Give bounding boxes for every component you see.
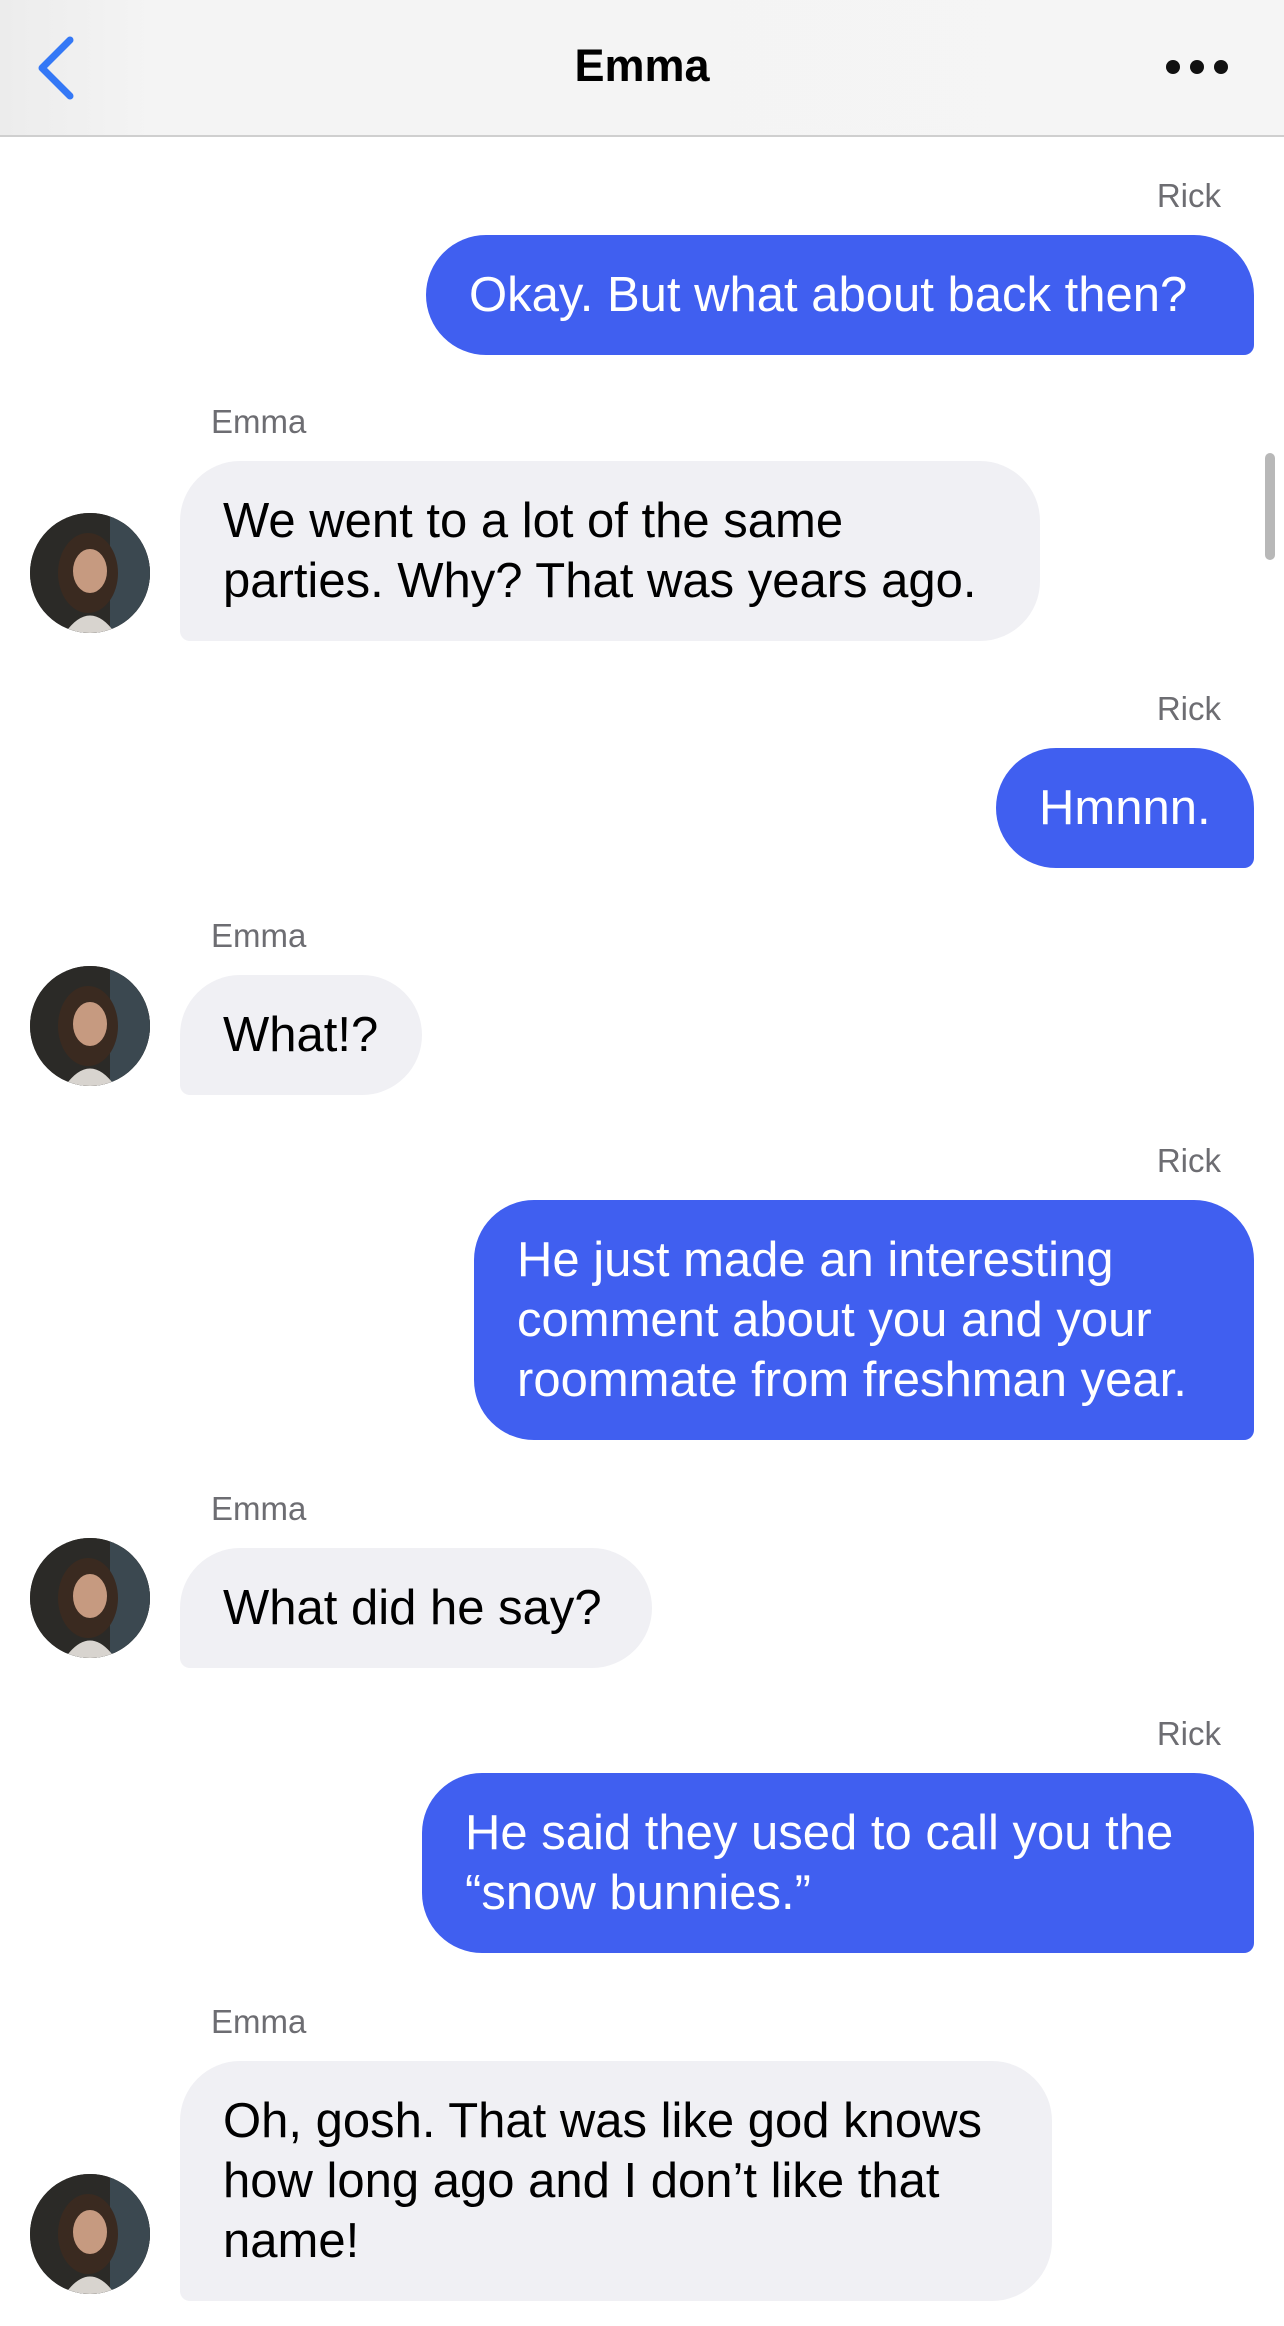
more-options-button[interactable]: [1160, 40, 1240, 95]
message-line: “snow bunnies.”: [465, 1866, 811, 1920]
message-line: how long ago and I don’t like that: [223, 2154, 940, 2208]
chat-header: Emma: [0, 0, 1284, 137]
message-bubble-incoming[interactable]: Oh, gosh. That was like god knows how lo…: [180, 2061, 1052, 2301]
message-line: Oh, gosh. That was like god knows: [223, 2094, 982, 2148]
message-line: Hmnnn.: [1039, 781, 1211, 835]
message-bubble-outgoing[interactable]: He just made an interesting comment abou…: [474, 1200, 1254, 1440]
avatar-photo: [30, 1538, 150, 1658]
sender-label: Emma: [211, 917, 307, 954]
chat-title: Emma: [574, 40, 710, 91]
avatar[interactable]: [30, 1538, 150, 1658]
message-line: Okay. But what about back then?: [469, 268, 1188, 322]
message-line: We went to a lot of the same: [223, 494, 844, 548]
avatar[interactable]: [30, 513, 150, 633]
sender-label: Emma: [211, 2003, 307, 2040]
back-button[interactable]: [30, 30, 90, 105]
message-line: He said they used to call you the: [465, 1806, 1174, 1860]
sender-label: Rick: [1156, 177, 1221, 214]
message-bubble-incoming[interactable]: What!?: [180, 975, 422, 1095]
scrollbar[interactable]: [1265, 453, 1275, 560]
avatar-photo: [30, 966, 150, 1086]
sender-label: Rick: [1156, 690, 1221, 727]
ellipsis-icon: [1166, 60, 1228, 74]
message-bubble-outgoing[interactable]: He said they used to call you the “snow …: [422, 1773, 1254, 1953]
message-line: name!: [223, 2214, 360, 2268]
message-line: roommate from freshman year.: [517, 1353, 1187, 1407]
message-bubble-outgoing[interactable]: Okay. But what about back then?: [426, 235, 1254, 355]
sender-label: Rick: [1156, 1142, 1221, 1179]
sender-label: Emma: [211, 403, 307, 440]
message-line: What!?: [223, 1008, 379, 1062]
message-line: parties. Why? That was years ago.: [223, 554, 977, 608]
message-bubble-incoming[interactable]: We went to a lot of the same parties. Wh…: [180, 461, 1040, 641]
message-line: comment about you and your: [517, 1293, 1152, 1347]
avatar[interactable]: [30, 2174, 150, 2294]
avatar-photo: [30, 2174, 150, 2294]
avatar[interactable]: [30, 966, 150, 1086]
message-line: He just made an interesting: [517, 1233, 1114, 1287]
sender-label: Rick: [1156, 1715, 1221, 1752]
message-bubble-outgoing[interactable]: Hmnnn.: [996, 748, 1254, 868]
avatar-photo: [30, 513, 150, 633]
sender-label: Emma: [211, 1490, 307, 1527]
message-bubble-incoming[interactable]: What did he say?: [180, 1548, 652, 1668]
message-line: What did he say?: [223, 1581, 602, 1635]
chevron-left-icon: [38, 36, 74, 100]
